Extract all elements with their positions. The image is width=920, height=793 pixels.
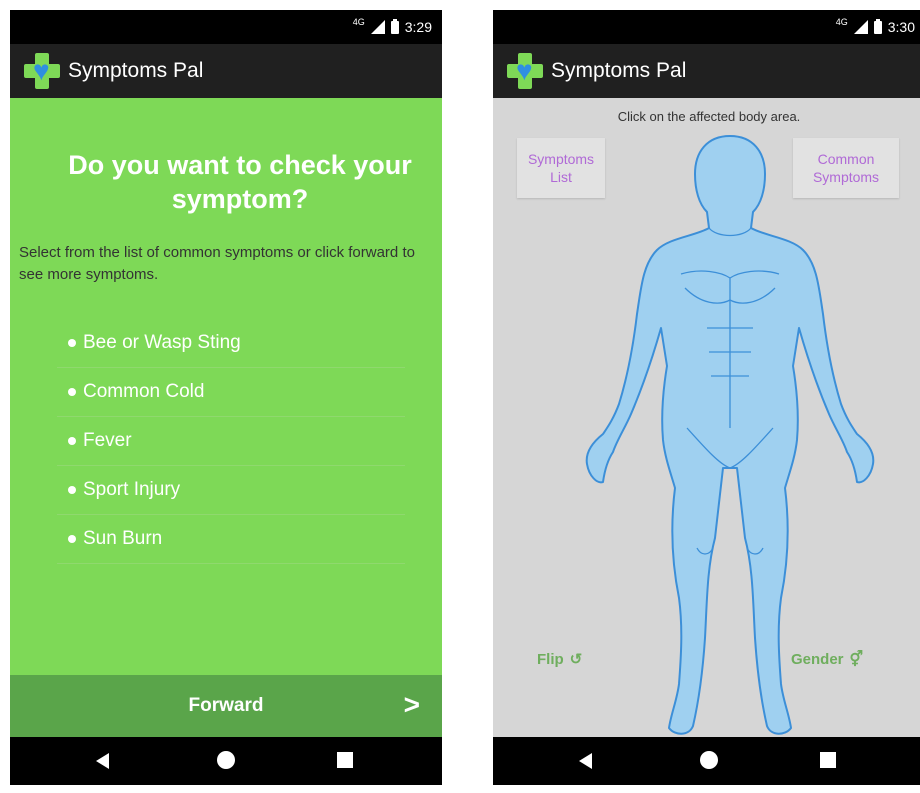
symptom-label: Bee or Wasp Sting — [83, 332, 241, 353]
list-item[interactable]: Common Cold — [57, 368, 405, 417]
back-icon[interactable] — [96, 753, 109, 769]
symptom-label: Fever — [83, 430, 132, 451]
network-type: 4G — [835, 16, 848, 27]
app-bar: ♥ Symptoms Pal — [493, 44, 920, 98]
flip-button[interactable]: Flip ↺ — [537, 650, 582, 668]
home-icon[interactable] — [217, 751, 235, 769]
signal-icon — [370, 20, 385, 34]
recents-icon[interactable] — [820, 752, 836, 768]
right-phone-screen: 4G 3:30 ♥ Symptoms Pal Click on the affe… — [493, 10, 920, 785]
battery-icon — [390, 18, 399, 34]
navigation-bar — [493, 737, 920, 785]
flip-icon: ↺ — [569, 651, 583, 668]
status-time: 3:30 — [887, 19, 915, 35]
chevron-right-icon: > — [403, 689, 420, 720]
status-bar: 4G 3:29 — [10, 10, 442, 44]
status-bar: 4G 3:30 — [493, 10, 920, 44]
navigation-bar — [10, 737, 442, 785]
symptom-label: Sun Burn — [83, 528, 163, 549]
symptom-label: Common Cold — [83, 381, 205, 402]
bullet-icon — [68, 437, 76, 445]
body-map-figure[interactable] — [585, 128, 875, 740]
gender-label: Gender — [791, 651, 844, 668]
signal-icon — [853, 20, 868, 34]
bullet-icon — [68, 388, 76, 396]
forward-button[interactable]: Forward > — [10, 675, 442, 737]
bullet-icon — [68, 535, 76, 543]
bullet-icon — [68, 339, 76, 347]
back-icon[interactable] — [579, 753, 592, 769]
gender-button[interactable]: Gender ⚥ — [791, 650, 863, 668]
logo-cross-heart-icon: ♥ — [507, 53, 543, 89]
network-type: 4G — [352, 16, 365, 27]
symptom-label: Sport Injury — [83, 479, 181, 500]
home-icon[interactable] — [700, 751, 718, 769]
flip-label: Flip — [537, 651, 564, 668]
gender-icon: ⚥ — [849, 651, 864, 668]
list-item[interactable]: Fever — [57, 417, 405, 466]
forward-label: Forward — [188, 695, 264, 716]
symptoms-list-button[interactable]: Symptoms List — [517, 138, 605, 198]
list-item[interactable]: Bee or Wasp Sting — [57, 319, 405, 368]
status-time: 3:29 — [404, 19, 432, 35]
battery-icon — [873, 18, 882, 34]
app-title: Symptoms Pal — [551, 59, 687, 82]
instruction-text: Select from the list of common symptoms … — [19, 244, 415, 283]
bullet-icon — [68, 486, 76, 494]
logo-cross-heart-icon: ♥ — [24, 53, 60, 89]
instruction-hint: Click on the affected body area. — [617, 109, 801, 124]
list-item[interactable]: Sun Burn — [57, 515, 405, 564]
app-bar: ♥ Symptoms Pal — [10, 44, 442, 98]
question-heading: Do you want to check your symptom? — [68, 150, 412, 214]
recents-icon[interactable] — [337, 752, 353, 768]
symptom-list: Bee or Wasp Sting Common Cold Fever Spor… — [57, 319, 405, 564]
app-title: Symptoms Pal — [68, 59, 204, 82]
common-symptoms-button[interactable]: Common Symptoms — [793, 138, 899, 198]
list-item[interactable]: Sport Injury — [57, 466, 405, 515]
left-phone-screen: 4G 3:29 ♥ Symptoms Pal Do you want to ch… — [10, 10, 442, 785]
